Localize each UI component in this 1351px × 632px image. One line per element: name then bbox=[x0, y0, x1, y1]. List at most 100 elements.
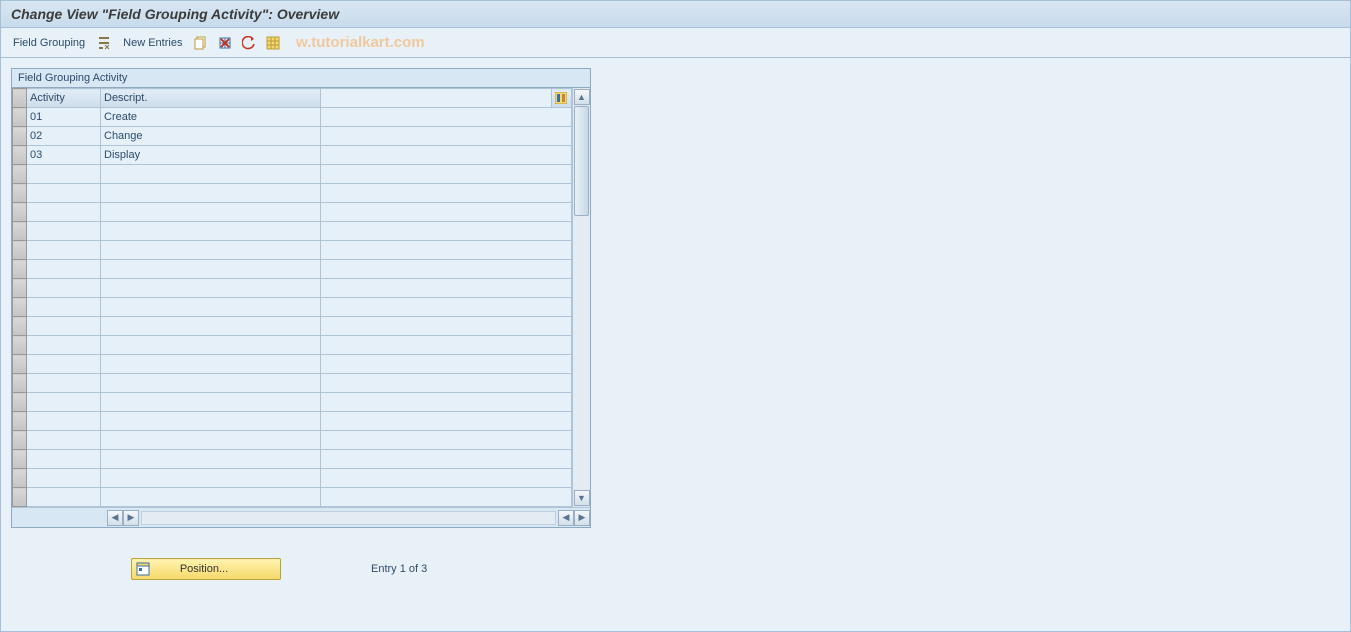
undo-icon[interactable] bbox=[240, 34, 258, 52]
details-icon[interactable] bbox=[95, 34, 113, 52]
cell-activity[interactable] bbox=[27, 488, 101, 507]
cell-activity[interactable] bbox=[27, 336, 101, 355]
row-selector[interactable] bbox=[13, 165, 27, 184]
cell-spacer bbox=[321, 469, 572, 488]
cell-descript[interactable]: Change bbox=[101, 127, 321, 146]
row-selector[interactable] bbox=[13, 317, 27, 336]
scroll-thumb[interactable] bbox=[574, 106, 589, 216]
vertical-scrollbar[interactable]: ▲ ▼ bbox=[572, 88, 590, 507]
scroll-up-icon[interactable]: ▲ bbox=[574, 89, 590, 105]
cell-spacer bbox=[321, 298, 572, 317]
cell-activity[interactable] bbox=[27, 165, 101, 184]
cell-descript[interactable] bbox=[101, 374, 321, 393]
cell-descript[interactable] bbox=[101, 355, 321, 374]
row-selector[interactable] bbox=[13, 260, 27, 279]
scroll-left-inner-icon[interactable]: ◀ bbox=[558, 510, 574, 526]
data-grid: Activity Descript. 01Create02Change03Dis… bbox=[12, 88, 572, 507]
cell-activity[interactable] bbox=[27, 393, 101, 412]
cell-descript[interactable] bbox=[101, 203, 321, 222]
horizontal-scroll-row: ◀ ▶ ◀ ▶ bbox=[12, 507, 590, 527]
row-selector[interactable] bbox=[13, 146, 27, 165]
cell-descript[interactable] bbox=[101, 450, 321, 469]
cell-activity[interactable] bbox=[27, 279, 101, 298]
row-selector[interactable] bbox=[13, 184, 27, 203]
row-selector[interactable] bbox=[13, 431, 27, 450]
cell-activity[interactable] bbox=[27, 412, 101, 431]
column-header-descript[interactable]: Descript. bbox=[101, 89, 321, 108]
cell-descript[interactable] bbox=[101, 431, 321, 450]
row-selector[interactable] bbox=[13, 393, 27, 412]
cell-spacer bbox=[321, 336, 572, 355]
cell-descript[interactable] bbox=[101, 222, 321, 241]
cell-activity[interactable]: 01 bbox=[27, 108, 101, 127]
cell-descript[interactable] bbox=[101, 412, 321, 431]
cell-activity[interactable]: 02 bbox=[27, 127, 101, 146]
cell-activity[interactable]: 03 bbox=[27, 146, 101, 165]
row-selector[interactable] bbox=[13, 488, 27, 507]
cell-descript[interactable] bbox=[101, 298, 321, 317]
cell-activity[interactable] bbox=[27, 317, 101, 336]
cell-descript[interactable] bbox=[101, 241, 321, 260]
cell-activity[interactable] bbox=[27, 241, 101, 260]
cell-descript[interactable] bbox=[101, 469, 321, 488]
table-group-title: Field Grouping Activity bbox=[12, 69, 590, 88]
row-selector[interactable] bbox=[13, 279, 27, 298]
column-header-activity[interactable]: Activity bbox=[27, 89, 101, 108]
cell-descript[interactable] bbox=[101, 260, 321, 279]
scroll-down-icon[interactable]: ▼ bbox=[574, 490, 590, 506]
copy-icon[interactable] bbox=[192, 34, 210, 52]
row-selector[interactable] bbox=[13, 203, 27, 222]
hscroll-track[interactable] bbox=[141, 511, 556, 525]
cell-activity[interactable] bbox=[27, 203, 101, 222]
row-selector[interactable] bbox=[13, 374, 27, 393]
cell-activity[interactable] bbox=[27, 450, 101, 469]
cell-descript[interactable] bbox=[101, 393, 321, 412]
cell-spacer bbox=[321, 412, 572, 431]
scroll-track[interactable] bbox=[573, 106, 590, 489]
table-config-icon[interactable] bbox=[552, 89, 572, 108]
row-selector[interactable] bbox=[13, 450, 27, 469]
cell-activity[interactable] bbox=[27, 298, 101, 317]
scroll-right-icon[interactable]: ▶ bbox=[574, 510, 590, 526]
horizontal-scrollbar[interactable]: ◀ ▶ ◀ ▶ bbox=[107, 509, 590, 527]
scroll-left-icon[interactable]: ◀ bbox=[107, 510, 123, 526]
row-selector[interactable] bbox=[13, 222, 27, 241]
cell-descript[interactable] bbox=[101, 317, 321, 336]
select-all-icon[interactable] bbox=[264, 34, 282, 52]
field-grouping-button[interactable]: Field Grouping bbox=[9, 37, 89, 49]
cell-descript[interactable] bbox=[101, 488, 321, 507]
scroll-right-inner-icon[interactable]: ▶ bbox=[123, 510, 139, 526]
row-selector[interactable] bbox=[13, 298, 27, 317]
cell-activity[interactable] bbox=[27, 260, 101, 279]
select-all-rows[interactable] bbox=[13, 89, 27, 108]
column-header-spacer bbox=[321, 89, 552, 108]
new-entries-button[interactable]: New Entries bbox=[119, 37, 186, 49]
row-selector[interactable] bbox=[13, 355, 27, 374]
table-row bbox=[13, 469, 572, 488]
cell-descript[interactable] bbox=[101, 279, 321, 298]
cell-descript[interactable]: Create bbox=[101, 108, 321, 127]
cell-spacer bbox=[321, 108, 572, 127]
row-selector[interactable] bbox=[13, 241, 27, 260]
row-selector[interactable] bbox=[13, 412, 27, 431]
position-button[interactable]: Position... bbox=[131, 558, 281, 580]
cell-activity[interactable] bbox=[27, 184, 101, 203]
cell-descript[interactable] bbox=[101, 165, 321, 184]
cell-descript[interactable] bbox=[101, 336, 321, 355]
delete-icon[interactable] bbox=[216, 34, 234, 52]
table-row bbox=[13, 355, 572, 374]
cell-activity[interactable] bbox=[27, 469, 101, 488]
cell-activity[interactable] bbox=[27, 374, 101, 393]
table-row bbox=[13, 393, 572, 412]
cell-descript[interactable]: Display bbox=[101, 146, 321, 165]
table-row bbox=[13, 279, 572, 298]
cell-activity[interactable] bbox=[27, 431, 101, 450]
cell-activity[interactable] bbox=[27, 355, 101, 374]
row-selector[interactable] bbox=[13, 469, 27, 488]
cell-descript[interactable] bbox=[101, 184, 321, 203]
cell-spacer bbox=[321, 355, 572, 374]
row-selector[interactable] bbox=[13, 336, 27, 355]
row-selector[interactable] bbox=[13, 127, 27, 146]
row-selector[interactable] bbox=[13, 108, 27, 127]
cell-activity[interactable] bbox=[27, 222, 101, 241]
